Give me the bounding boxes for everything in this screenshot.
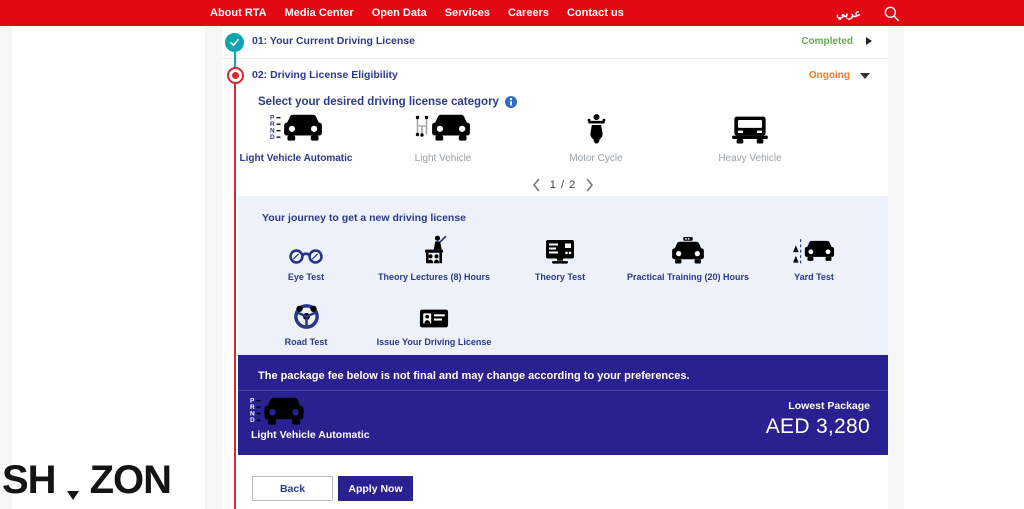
journey-step-label: Practical Training (20) Hours [626,272,750,282]
content-gutter-right [888,26,904,509]
motorcycle-icon [585,113,608,144]
nav-links: About RTA Media Center Open Data Service… [210,7,624,19]
nav-item-careers[interactable]: Careers [508,7,549,19]
watermark-text-right: ZON [89,457,172,502]
banner-category-label: Light Vehicle Automatic [251,429,370,441]
step1-status-badge: Completed [801,36,853,47]
journey-step-label: Yard Test [794,272,834,282]
category-heading-text: Select your desired driving license cate… [258,96,499,108]
step-divider [222,58,888,59]
watermark-text-left: SH [2,457,57,502]
journey-section: Your journey to get a new driving licens… [238,196,888,355]
lowest-package-label: Lowest Package [788,400,870,412]
steering-wheel-icon [293,299,320,330]
journey-step-label: Theory Lectures (8) Hours [377,272,491,282]
shozon-watermark: SH ZON [2,456,172,504]
car-manual-icon [415,113,471,144]
id-card-icon [419,299,449,330]
step1-title[interactable]: 01: Your Current Driving License [252,35,415,47]
journey-step-yard-test: Yard Test [739,234,889,282]
radio-dot [232,72,239,79]
yard-cones-icon [793,234,835,265]
package-price-block: Lowest Package AED 3,280 [766,400,870,439]
step1-check-icon [225,33,244,52]
journey-title: Your journey to get a new driving licens… [262,212,467,224]
package-price: AED 3,280 [765,415,870,438]
apply-now-button[interactable]: Apply Now [338,476,413,501]
car-automatic-icon-white [250,396,305,426]
glasses-icon [288,234,324,265]
category-label: Heavy Vehicle [718,153,782,164]
timeline-connector-current [234,81,236,509]
chevron-right-icon[interactable] [586,178,594,192]
step2-status-badge: Ongoing [808,70,850,81]
car-automatic-icon [270,113,323,144]
chevron-left-icon[interactable] [532,178,540,192]
package-fee-banner: The package fee below is not final and m… [238,355,888,455]
journey-step-issue-license: Issue Your Driving License [359,299,509,347]
category-label: Light Vehicle Automatic [239,153,353,164]
lecture-icon [420,234,448,265]
top-navigation-bar: About RTA Media Center Open Data Service… [0,0,1024,26]
timeline-connector-completed [234,50,236,68]
category-label: Motor Cycle [569,153,623,164]
nav-item-media-center[interactable]: Media Center [285,7,354,19]
search-icon[interactable] [883,5,900,22]
nav-item-open-data[interactable]: Open Data [372,7,427,19]
category-label: Light Vehicle [414,153,472,164]
journey-step-label: Eye Test [287,272,325,282]
nav-right-group: عربي [836,5,900,22]
taxi-icon [671,234,705,265]
category-light-vehicle[interactable]: Light Vehicle [373,113,513,164]
monitor-icon [544,234,576,265]
step2-current-radio-icon [227,67,244,84]
content-gutter-left [205,26,222,509]
truck-icon [731,113,769,144]
nav-item-about-rta[interactable]: About RTA [210,7,267,19]
journey-step-label: Issue Your Driving License [376,337,492,347]
back-button[interactable]: Back [252,476,333,501]
category-light-vehicle-automatic[interactable]: Light Vehicle Automatic [226,113,366,164]
nav-item-contact-us[interactable]: Contact us [567,7,624,19]
package-notice-text: The package fee below is not final and m… [258,370,690,382]
category-heavy-vehicle[interactable]: Heavy Vehicle [680,113,820,164]
category-motor-cycle[interactable]: Motor Cycle [526,113,666,164]
info-icon[interactable] [505,96,517,108]
category-section-heading: Select your desired driving license cate… [258,96,517,108]
step2-collapse-arrow-icon[interactable] [860,73,870,79]
nav-item-services[interactable]: Services [445,7,490,19]
category-pagination: 1 / 2 [238,178,888,192]
step1-expand-arrow-icon[interactable] [866,37,872,45]
step2-title[interactable]: 02: Driving License Eligibility [252,69,398,81]
banner-divider [238,390,888,391]
journey-step-label: Theory Test [534,272,586,282]
journey-step-label: Road Test [284,337,328,347]
location-pin-icon [58,463,88,500]
rta-license-application-page: About RTA Media Center Open Data Service… [0,0,1024,509]
language-toggle-arabic[interactable]: عربي [836,7,861,20]
pagination-label: 1 / 2 [549,179,577,191]
page-edge-left [0,26,12,509]
